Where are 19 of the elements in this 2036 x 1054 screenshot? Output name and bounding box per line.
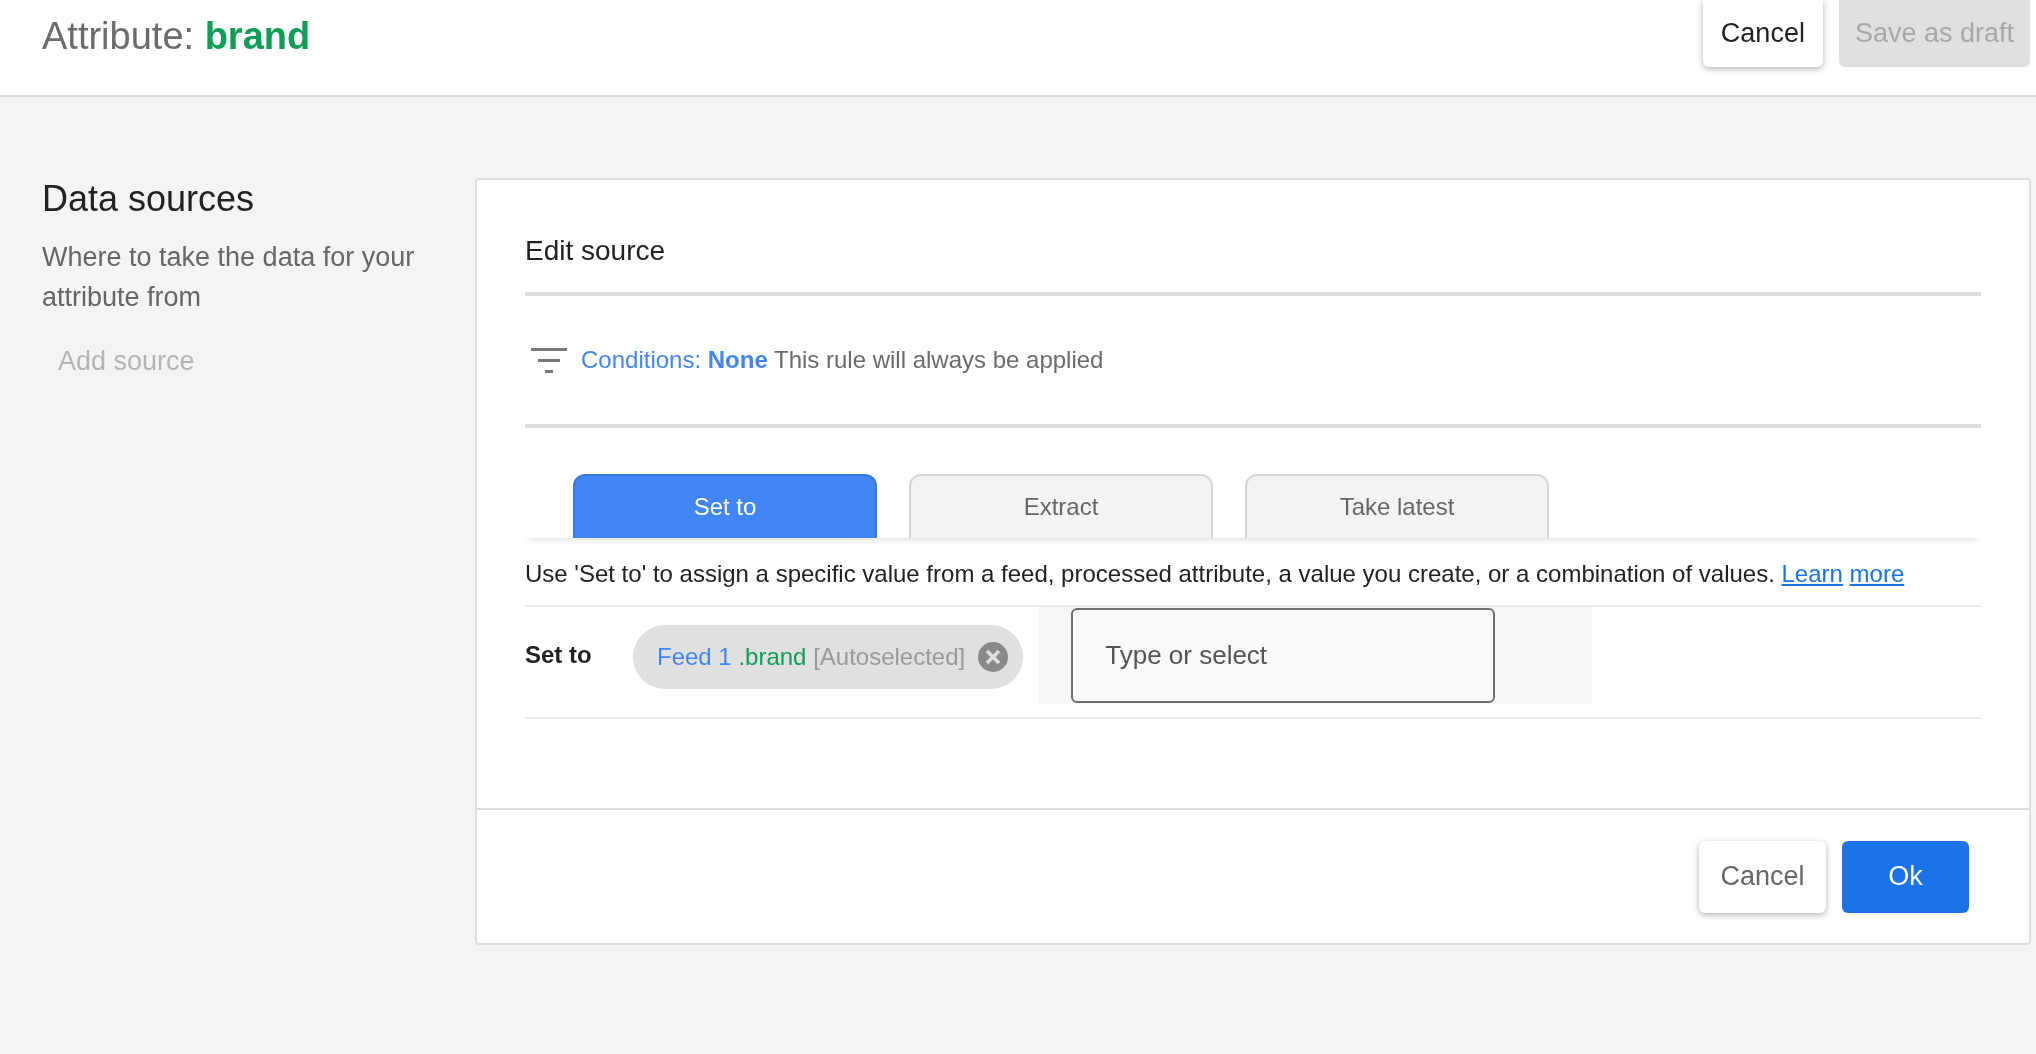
value-input[interactable]: Type or select — [1071, 608, 1496, 703]
page-title: Attribute: brand — [42, 14, 311, 59]
section-title: Data sources — [42, 177, 256, 221]
cancel-button[interactable]: Cancel — [1699, 840, 1826, 913]
set-to-label: Set to — [525, 640, 593, 670]
learn-more-link[interactable]: more — [1849, 560, 1905, 587]
filter-icon — [531, 346, 567, 374]
source-tab[interactable]: Set to — [573, 474, 877, 538]
chip-text: Feed 1 .brand [Autoselected] — [657, 642, 966, 672]
help-text: Use 'Set to' to assign a specific value from a feed, processed attribute, a value you create, or a combination of values. Learn more — [525, 559, 1906, 589]
source-tab[interactable]: Extract — [909, 474, 1213, 538]
section-description: Where to take the data for your attribute from — [42, 241, 416, 314]
cancel-button[interactable]: Cancel — [1702, 0, 1823, 67]
remove-icon[interactable] — [977, 641, 1010, 673]
ok-button[interactable]: Ok — [1842, 840, 1969, 913]
conditions-text: Conditions: None This rule will always be applied — [581, 345, 1104, 375]
learn-more-link[interactable]: Learn — [1781, 560, 1843, 587]
source-tab[interactable]: Take latest — [1245, 474, 1549, 538]
card-title: Edit source — [525, 234, 667, 268]
